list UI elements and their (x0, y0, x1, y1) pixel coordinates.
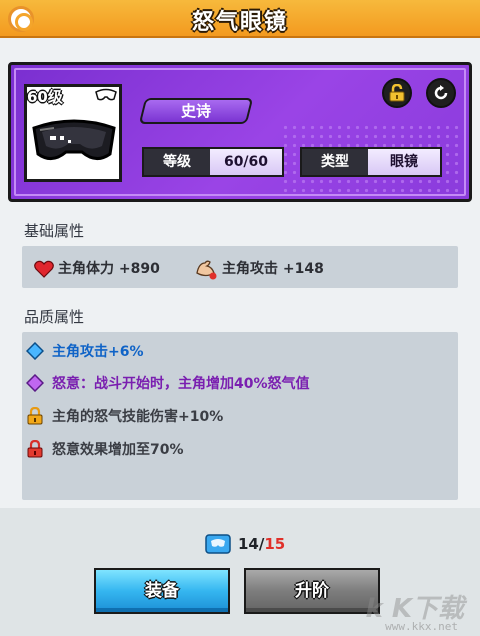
item-level-badge: 60级 (27, 88, 63, 106)
watermark-url: www.kkx.net (385, 620, 458, 633)
material-count: 14/15 (238, 535, 285, 553)
goggles-type-icon (95, 88, 117, 101)
quality-text: 怒意效果增加至70% (52, 442, 184, 458)
attack-stat: 主角攻击 +148 (222, 261, 324, 277)
heart-icon (34, 260, 54, 278)
quality-text: 主角攻击+6% (52, 344, 144, 360)
level-label: 等级 (144, 149, 210, 175)
hp-stat: 主角体力 +890 (58, 261, 160, 277)
quality-attributes-title: 品质属性 (24, 308, 85, 326)
unlock-icon (389, 84, 405, 102)
equip-button[interactable]: 装备 (94, 568, 230, 614)
material-icon (205, 534, 231, 554)
quality-text: 主角的怒气技能伤害+10% (52, 409, 224, 425)
material-have: 14 (238, 535, 259, 553)
purple-diamond-icon (26, 374, 44, 392)
refresh-icon (434, 85, 448, 100)
quality-row: 主角攻击+6% (26, 339, 144, 363)
goggles-icon (32, 119, 116, 160)
type-label: 类型 (302, 149, 368, 175)
level-value: 60/60 (210, 149, 282, 175)
type-value: 眼镜 (368, 149, 440, 175)
quality-row: 主角的怒气技能伤害+10% (26, 404, 223, 428)
quality-row: 怒意效果增加至70% (26, 437, 184, 461)
muscle-arm-icon (196, 260, 217, 280)
quality-text: 怒意：战斗开始时，主角增加40%怒气值 (52, 376, 310, 392)
rarity-label: 史诗 (180, 102, 211, 120)
quality-row: 怒意：战斗开始时，主角增加40%怒气值 (26, 371, 310, 395)
level-stat: 等级 60/60 (142, 147, 284, 177)
page-title: 怒气眼镜 (191, 10, 288, 35)
type-stat: 类型 眼镜 (300, 147, 442, 177)
lock-button[interactable] (382, 78, 412, 108)
base-attributes-title: 基础属性 (24, 222, 85, 240)
upgrade-button[interactable]: 升阶 (244, 568, 380, 614)
reset-button[interactable] (426, 78, 456, 108)
orange-lock-icon (27, 407, 43, 425)
title-bar: 怒气眼镜 (0, 0, 480, 38)
blue-diamond-icon (26, 342, 44, 360)
red-lock-icon (27, 440, 43, 458)
material-need: 15 (264, 535, 286, 553)
rarity-badge: 史诗 (138, 98, 254, 124)
